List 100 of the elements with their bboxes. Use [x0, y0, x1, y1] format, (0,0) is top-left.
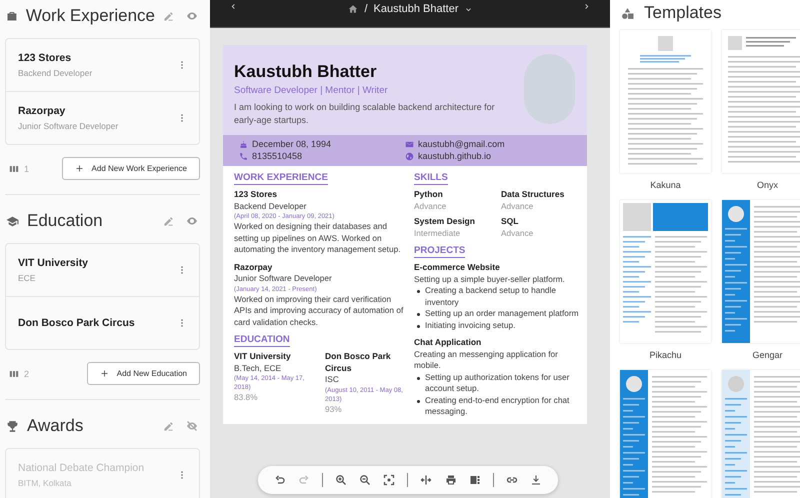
contact-text: kaustubh.github.io — [418, 151, 492, 161]
item-subtitle: Junior Software Developer — [18, 121, 120, 131]
bullet-dot — [417, 400, 420, 402]
next-button[interactable] — [582, 3, 590, 10]
panel-title: Templates — [644, 3, 722, 23]
bullet-dot — [417, 313, 420, 316]
contact-text: 8135510458 — [252, 151, 302, 161]
institution-name: Don Bosco Park Circus — [325, 351, 392, 374]
print-icon — [444, 474, 457, 486]
columns-icon — [9, 164, 19, 174]
template-preview-drawing[interactable] — [722, 370, 800, 498]
zoom-in-button[interactable] — [335, 474, 348, 486]
section-heading: WORK EXPERIENCE — [234, 172, 328, 185]
template-name: Kakuna — [650, 179, 681, 192]
column-width-button[interactable] — [420, 474, 432, 486]
template-preview-drawing[interactable] — [620, 370, 711, 498]
position: Junior Software Developer — [234, 273, 333, 284]
item-subtitle: BITM, Kolkata — [18, 478, 72, 488]
skill-name: Python — [414, 189, 444, 200]
bullet-text: Creating end-to-end encryption for chat messaging. — [425, 394, 570, 418]
chevron-left-icon — [230, 3, 237, 10]
bullet-dot — [417, 290, 420, 293]
add-button[interactable]: Add New Education — [86, 362, 200, 385]
candidate-name: Kaustubh Bhatter — [234, 62, 378, 82]
item-subtitle: ECE — [18, 273, 36, 283]
project-summary: Setting up a simple buyer-seller platform. — [414, 274, 566, 285]
previous-button[interactable] — [230, 3, 237, 10]
skill-proficiency: Intermediate — [414, 228, 462, 239]
redo-icon — [298, 474, 310, 486]
shapes-icon — [621, 6, 634, 20]
project-title: E-commerce Website — [414, 262, 501, 274]
template-preview-drawing[interactable] — [620, 200, 711, 343]
item-title[interactable]: Don Bosco Park Circus — [18, 317, 177, 329]
fit-screen-button[interactable] — [383, 474, 396, 486]
bullet-text: Creating a backend setup to handle inventory — [425, 285, 558, 308]
item-title[interactable]: Razorpay — [18, 105, 177, 117]
chevron-down-icon — [464, 6, 472, 12]
column-count: 1 — [24, 164, 30, 174]
job-summary: Worked on improving their card verification APIs and improving accuracy of automation of card validation checks. — [234, 294, 404, 328]
column-width-icon — [420, 474, 432, 486]
zoom-out-icon — [359, 474, 372, 486]
section-title: Work Experience — [26, 6, 155, 26]
home-icon — [348, 4, 358, 14]
eye-icon — [186, 215, 198, 227]
edit-button[interactable] — [163, 420, 174, 432]
visibility-toggle[interactable] — [186, 215, 198, 227]
item-title[interactable]: VIT University — [18, 257, 177, 269]
item-title[interactable]: 123 Stores — [18, 52, 177, 64]
institution-name: VIT University — [234, 351, 292, 362]
pencil-icon — [163, 216, 174, 226]
contact-text: kaustubh@gmail.com — [418, 139, 505, 149]
skill-proficiency: Advance — [501, 200, 534, 212]
degree: B.Tech, ECE — [234, 362, 282, 374]
job-summary: Worked on designing their databases and setting up pipelines on AWS. Worked on automating the inventory management setup. — [234, 221, 402, 256]
page-layout-button[interactable] — [468, 474, 481, 486]
globe-icon — [405, 152, 414, 160]
download-icon — [530, 474, 542, 486]
columns-icon — [9, 368, 19, 378]
item-subtitle: Backend Developer — [18, 68, 94, 78]
template-preview-drawing[interactable] — [722, 200, 800, 343]
cake-icon — [239, 140, 248, 148]
visibility-toggle[interactable] — [186, 10, 198, 22]
summary: I am looking to work on building scalable backend architecture for early-age startups. — [234, 101, 496, 127]
eye-off-icon — [186, 420, 198, 432]
section-heading: SKILLS — [414, 172, 448, 185]
company-name: 123 Stores — [234, 189, 278, 200]
undo-button[interactable] — [274, 474, 286, 486]
skill-name: System Design — [414, 216, 476, 228]
degree: ISC — [325, 374, 340, 386]
column-count: 2 — [24, 368, 30, 378]
download-button[interactable] — [530, 474, 542, 486]
section-heading: PROJECTS — [414, 245, 466, 258]
score: 83.8% — [234, 392, 259, 404]
print-button[interactable] — [444, 474, 457, 486]
zoom-out-button[interactable] — [359, 474, 372, 486]
score: 93% — [325, 404, 343, 415]
page-layout-icon — [468, 474, 481, 486]
edit-button[interactable] — [163, 216, 174, 226]
pencil-icon — [163, 10, 174, 22]
headline: Software Developer | Mentor | Writer — [234, 85, 389, 96]
bullet-dot — [417, 376, 420, 380]
visibility-toggle[interactable] — [186, 420, 198, 432]
company-name: Razorpay — [234, 262, 274, 273]
phone-icon — [239, 152, 248, 160]
edit-button[interactable] — [163, 10, 174, 22]
eye-icon — [186, 10, 198, 22]
skill-name: Data Structures — [501, 189, 566, 200]
graduation-cap-icon — [6, 214, 19, 228]
plus-icon — [100, 369, 109, 378]
add-button[interactable]: Add New Work Experience — [62, 157, 200, 180]
project-summary: Creating an messenging application for mobile. — [414, 348, 559, 372]
section-title: Awards — [27, 416, 84, 436]
section-heading: EDUCATION — [234, 334, 290, 347]
contact-text: December 08, 1994 — [252, 139, 332, 149]
fit-screen-icon — [383, 474, 396, 486]
resume-title[interactable]: Kaustubh Bhatter — [374, 3, 459, 15]
briefcase-icon — [6, 10, 18, 22]
skill-proficiency: Advance — [501, 228, 534, 239]
pencil-icon — [163, 420, 174, 432]
template-name: Gengar — [752, 349, 783, 362]
